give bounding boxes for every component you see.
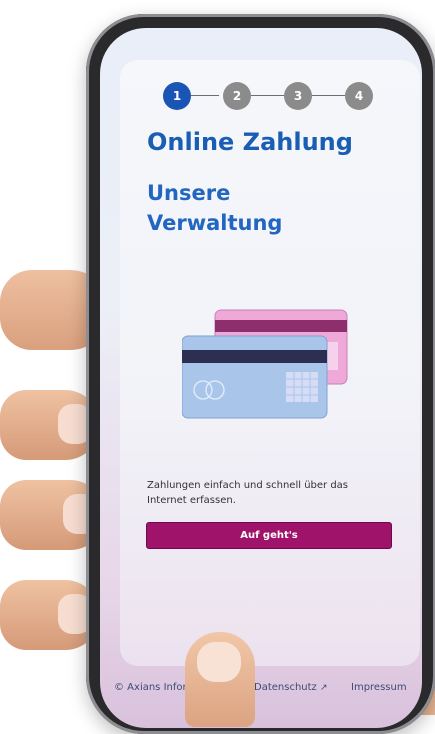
page-title: Online Zahlung [147, 128, 353, 156]
footer: © Axians Infom Datenschutz ↗ Impressum [114, 682, 422, 698]
imprint-link[interactable]: Impressum [351, 682, 407, 693]
hand-finger-bottom [185, 632, 255, 727]
content-panel: 1 2 3 4 Online Zahlung Unsere Verwaltung [120, 60, 420, 666]
page-subtitle: Unsere Verwaltung [147, 181, 283, 235]
step-2[interactable]: 2 [223, 82, 251, 110]
step-3[interactable]: 3 [284, 82, 312, 110]
phone-screen: 1 2 3 4 Online Zahlung Unsere Verwaltung [100, 28, 422, 728]
start-button[interactable]: Auf geht's [146, 522, 392, 549]
privacy-link[interactable]: Datenschutz ↗ [254, 682, 328, 693]
stepper: 1 2 3 4 [163, 82, 373, 110]
step-4[interactable]: 4 [345, 82, 373, 110]
step-1[interactable]: 1 [163, 82, 191, 110]
phone-frame: 1 2 3 4 Online Zahlung Unsere Verwaltung [86, 14, 435, 734]
hand-finger [0, 390, 100, 460]
external-link-icon: ↗ [319, 683, 328, 693]
description-text: Zahlungen einfach und schnell über das I… [147, 480, 349, 506]
credit-cards-icon [182, 309, 348, 419]
copyright-text: © Axians Infom [114, 682, 193, 693]
hand-finger [0, 580, 100, 650]
